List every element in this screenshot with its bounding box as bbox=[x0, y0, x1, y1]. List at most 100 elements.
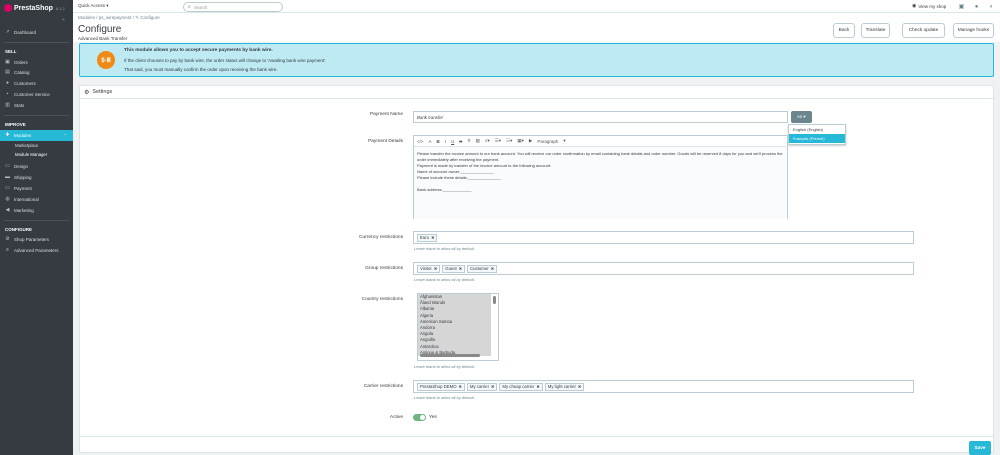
source-code-icon[interactable]: </> bbox=[417, 139, 424, 144]
remove-tag-icon[interactable]: ✖ bbox=[491, 266, 494, 271]
paragraph-select[interactable]: Paragraph bbox=[537, 139, 558, 144]
sidebar-item-orders[interactable]: ▣ Orders bbox=[0, 57, 73, 68]
help-text: Leave blank to allow all by default. bbox=[414, 395, 475, 400]
remove-tag-icon[interactable]: ✖ bbox=[459, 266, 462, 271]
section-improve: IMPROVE bbox=[5, 122, 26, 128]
panel-heading: ⚙ Settings bbox=[80, 86, 993, 99]
remove-tag-icon[interactable]: ✖ bbox=[578, 384, 581, 389]
brand-version: 8.1.2 bbox=[55, 5, 65, 11]
bank-wire-logo-icon: $-Ⅲ bbox=[97, 51, 115, 69]
link-icon[interactable]: ⚲ bbox=[467, 138, 470, 144]
quick-access-dropdown[interactable]: Quick Access ▾ bbox=[78, 3, 109, 9]
info-line-3: That said, you must manually confirm the… bbox=[124, 67, 278, 72]
info-line-2: If the client chooses to pay by bank wir… bbox=[124, 58, 327, 63]
active-label: Active bbox=[389, 415, 403, 420]
search-input[interactable]: ⌕ Search bbox=[183, 2, 283, 12]
numbered-list-icon[interactable]: ☷▾ bbox=[506, 138, 512, 144]
horizontal-scrollbar[interactable] bbox=[420, 354, 480, 357]
user-notifications-icon[interactable]: ● bbox=[972, 2, 981, 11]
sidebar-subitem-marketplace[interactable]: Marketplace bbox=[0, 141, 73, 150]
gear-icon: ⚙ bbox=[84, 89, 90, 96]
text-color-icon[interactable]: A bbox=[429, 139, 432, 144]
language-option-english[interactable]: English (English) bbox=[789, 125, 845, 134]
bullet-list-icon[interactable]: ☰▾ bbox=[495, 138, 501, 144]
page-subtitle: Advanced Bank Transfer bbox=[78, 36, 128, 41]
strikethrough-icon[interactable]: S bbox=[459, 139, 462, 144]
language-option-french[interactable]: Français (French) bbox=[789, 134, 845, 143]
sidebar-item-label: Orders bbox=[14, 59, 28, 65]
remove-tag-icon[interactable]: ✖ bbox=[536, 384, 539, 389]
sidebar-item-catalog[interactable]: ▤ Catalog bbox=[0, 68, 73, 79]
payment-details-editor[interactable]: </> A B I U S ⚲ ▨ ≡▾ ☰▾ ☷▾ ▦▾ ▶ Paragrap… bbox=[413, 135, 788, 219]
table-icon[interactable]: ▦▾ bbox=[517, 138, 524, 144]
sidebar-item-label: Shop Parameters bbox=[14, 237, 50, 243]
remove-tag-icon[interactable]: ✖ bbox=[491, 384, 494, 389]
panel-title: Settings bbox=[92, 89, 113, 95]
currency-tags-input[interactable]: Euro ✖ bbox=[413, 231, 914, 244]
remove-tag-icon[interactable]: ✖ bbox=[434, 266, 437, 271]
image-icon[interactable]: ▨ bbox=[476, 138, 480, 144]
group-tags-input[interactable]: Visitor ✖ Guest ✖ Customer ✖ bbox=[413, 262, 914, 275]
view-shop-label: View my shop bbox=[918, 3, 947, 9]
sidebar-item-customers[interactable]: ● Customers bbox=[0, 78, 73, 89]
tag-label: PrestaShop DEMO bbox=[420, 384, 457, 389]
top-bar: Quick Access ▾ ⌕ Search ◉ View my shop ▣… bbox=[73, 0, 1000, 13]
carrier-tags-input[interactable]: PrestaShop DEMO ✖ My carrier ✖ My cheap ca… bbox=[413, 380, 914, 393]
sidebar-item-label: Marketing bbox=[14, 207, 34, 213]
chevron-up-icon: ⌃ bbox=[63, 132, 67, 138]
sidebar-item-stats[interactable]: ▥ Stats bbox=[0, 100, 73, 111]
editor-content[interactable]: Please transfer the invoice amount to ou… bbox=[414, 147, 787, 219]
info-line-1: This module allows you to accept secure … bbox=[124, 48, 273, 53]
save-button[interactable]: Save bbox=[969, 441, 991, 455]
sidebar-item-dashboard[interactable]: ↗ Dashboard bbox=[0, 27, 73, 38]
sidebar-item-customer-service[interactable]: ▪ Customer Service bbox=[0, 89, 73, 100]
tag-my-cheap-carrier: My cheap carrier ✖ bbox=[499, 382, 543, 391]
vertical-scrollbar[interactable] bbox=[493, 296, 496, 304]
sidebar-item-design[interactable]: ▭ Design bbox=[0, 162, 73, 173]
tag-label: Euro bbox=[420, 235, 430, 240]
italic-icon[interactable]: I bbox=[445, 139, 446, 144]
editor-line: Please transfer the invoice amount to ou… bbox=[417, 151, 783, 162]
sidebar-item-modules[interactable]: ✚ Modules ⌃ bbox=[0, 129, 73, 141]
tag-label: My carrier bbox=[469, 384, 490, 389]
underline-icon[interactable]: U bbox=[451, 139, 454, 144]
active-value: Yes bbox=[429, 415, 437, 420]
country-listbox[interactable]: Afghanistan Åland Islands Albania Algeri… bbox=[417, 293, 499, 361]
bold-icon[interactable]: B bbox=[437, 139, 440, 144]
payment-name-label: Payment Name bbox=[369, 112, 403, 117]
manage-hooks-button[interactable]: Manage hooks bbox=[953, 23, 994, 38]
cart-notifications-icon[interactable]: ▣ bbox=[957, 2, 966, 11]
user-icon: ● bbox=[5, 80, 10, 87]
sidebar-item-shipping[interactable]: ▬ Shipping bbox=[0, 172, 73, 183]
globe-icon: ◍ bbox=[5, 195, 10, 202]
media-icon[interactable]: ▶ bbox=[529, 138, 532, 144]
brand-logo[interactable]: PrestaShop 8.1.2 bbox=[0, 0, 73, 16]
sliders-icon: ≡ bbox=[6, 247, 9, 254]
sidebar-item-international[interactable]: ◍ International bbox=[0, 194, 73, 205]
breadcrumb[interactable]: Modules / ps_wirepayment / ✎ Configure bbox=[78, 15, 160, 21]
tag-customer: Customer ✖ bbox=[467, 264, 498, 273]
sidebar-item-label: Customers bbox=[14, 81, 36, 87]
sidebar-item-advanced-parameters[interactable]: ≡ Advanced Parameters bbox=[0, 245, 73, 256]
view-shop-link[interactable]: ◉ View my shop bbox=[912, 3, 946, 9]
check-update-button[interactable]: Check update bbox=[902, 23, 945, 38]
cart-icon: ▣ bbox=[5, 58, 10, 65]
back-button[interactable]: Back bbox=[833, 23, 855, 38]
sidebar-subitem-module-manager[interactable]: Module Manager bbox=[0, 150, 73, 159]
remove-tag-icon[interactable]: ✖ bbox=[459, 384, 462, 389]
tag-euro: Euro ✖ bbox=[417, 233, 438, 242]
language-dropdown-button[interactable]: en ▾ bbox=[791, 111, 812, 123]
collapse-sidebar-icon[interactable]: « bbox=[62, 17, 65, 23]
align-icon[interactable]: ≡▾ bbox=[485, 138, 490, 144]
payment-name-input[interactable]: Bank transfer bbox=[413, 111, 788, 123]
sidebar-item-marketing[interactable]: ◀ Marketing bbox=[0, 205, 73, 216]
remove-tag-icon[interactable]: ✖ bbox=[431, 235, 434, 240]
editor-toolbar: </> A B I U S ⚲ ▨ ≡▾ ☰▾ ☷▾ ▦▾ ▶ Paragrap… bbox=[414, 136, 787, 147]
account-icon[interactable]: ◐ bbox=[987, 2, 996, 11]
sidebar: PrestaShop 8.1.2 « ↗ Dashboard SELL ▣ Orde… bbox=[0, 0, 73, 455]
sidebar-item-shop-parameters[interactable]: ⚙ Shop Parameters bbox=[0, 235, 73, 246]
translate-button[interactable]: Translate bbox=[861, 23, 890, 38]
active-toggle[interactable] bbox=[413, 414, 426, 421]
sidebar-item-payment[interactable]: ▭ Payment bbox=[0, 183, 73, 194]
chevron-down-icon[interactable]: ▾ bbox=[563, 138, 565, 144]
